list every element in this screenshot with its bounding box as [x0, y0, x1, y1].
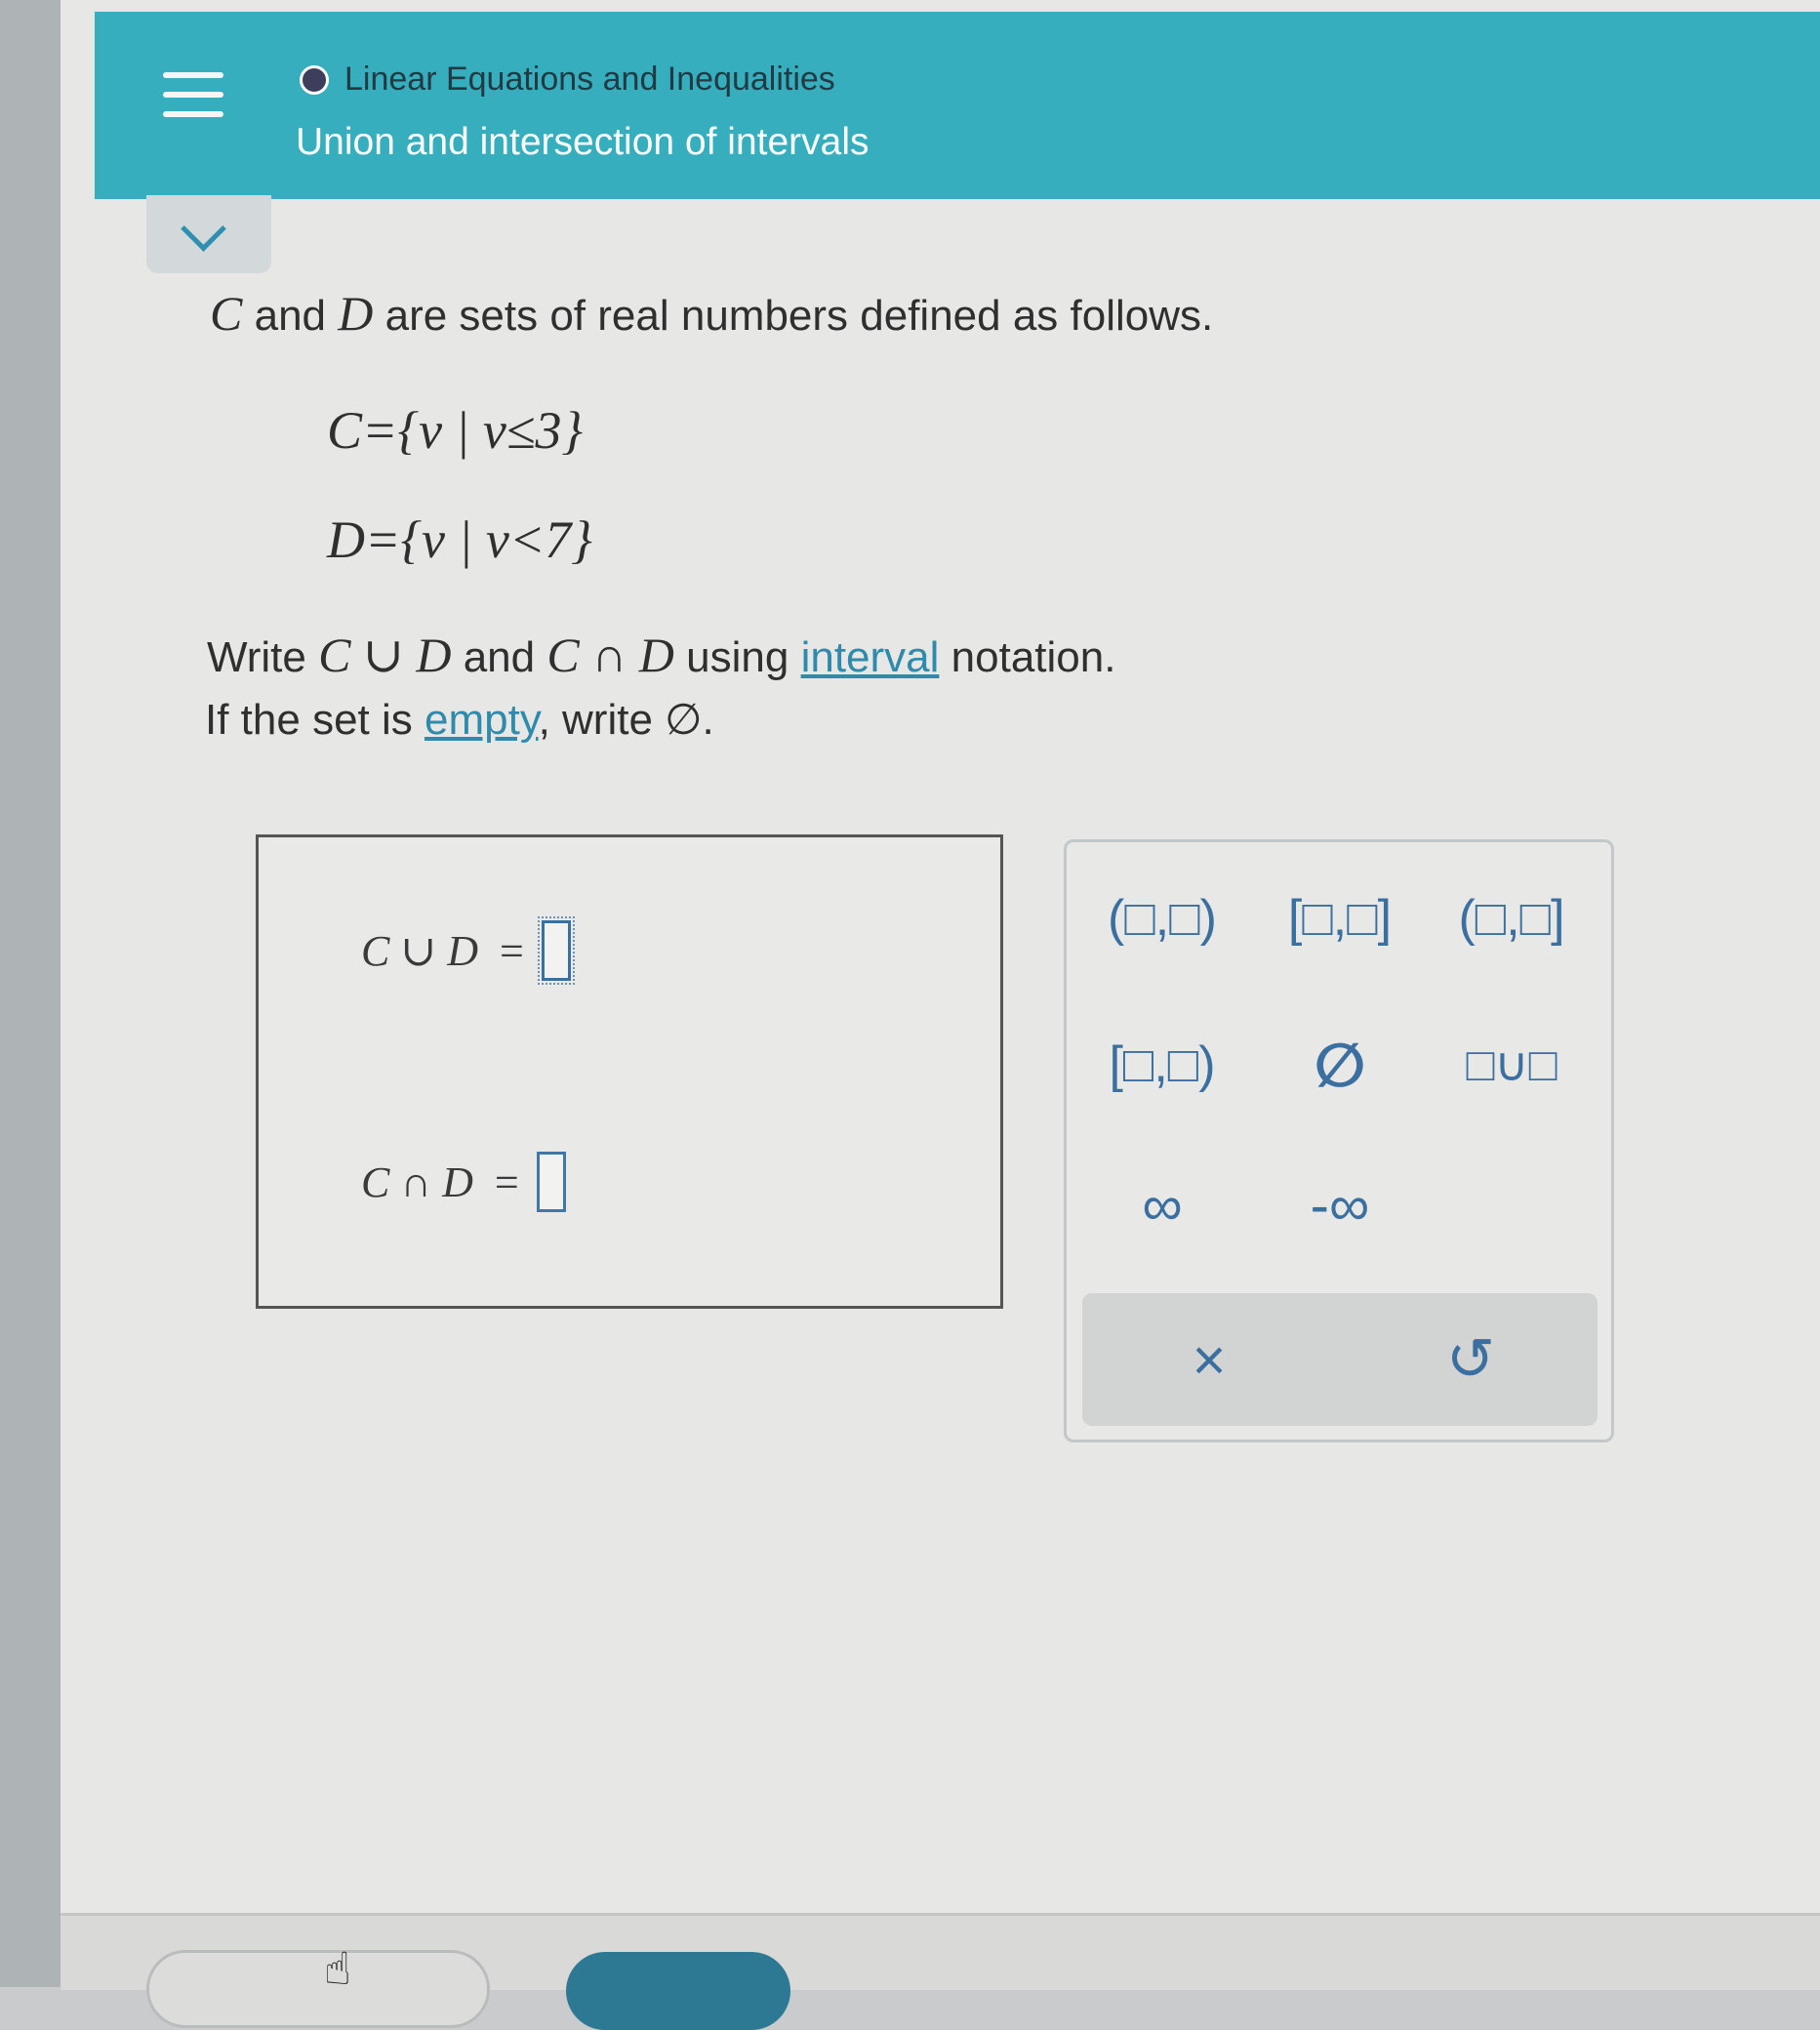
- empty-link[interactable]: empty: [425, 696, 539, 744]
- intersection-answer-row: C ∩ D =: [361, 1152, 566, 1212]
- math-keypad: (□,□) [□,□] (□,□] [□,□) ∅ □∪□ ∞ -∞ × ↺: [1064, 839, 1614, 1442]
- union-answer-input[interactable]: [537, 916, 575, 985]
- set-d-definition: D={v | v<7}: [327, 510, 592, 569]
- chevron-down-icon: [181, 206, 226, 252]
- undo-icon: ↺: [1445, 1326, 1496, 1392]
- equals-sign: =: [500, 926, 524, 975]
- progress-circle-icon: [300, 64, 329, 95]
- set-c-definition: C={v | v≤3}: [327, 401, 584, 460]
- union-label: C ∪ D: [361, 926, 478, 975]
- empty-instruction: If the set is empty, write ∅.: [205, 696, 714, 744]
- open-open-interval-key[interactable]: (□,□): [1084, 879, 1240, 957]
- open-closed-interval-key[interactable]: (□,□]: [1434, 879, 1590, 957]
- closed-open-interval-key[interactable]: [□,□): [1084, 1026, 1240, 1104]
- topic-row[interactable]: Linear Equations and Inequalities: [300, 61, 835, 99]
- undo-button[interactable]: ↺: [1412, 1320, 1529, 1399]
- closed-closed-interval-key[interactable]: [□,□]: [1262, 879, 1418, 957]
- union-key[interactable]: □∪□: [1434, 1026, 1590, 1104]
- clear-button[interactable]: ×: [1151, 1320, 1268, 1399]
- instruction-line: Write C ∪ D and C ∩ D using interval not…: [207, 628, 1116, 682]
- negative-infinity-key[interactable]: -∞: [1262, 1166, 1418, 1244]
- union-answer-row: C ∪ D =: [361, 916, 575, 985]
- empty-set-key[interactable]: ∅: [1262, 1026, 1418, 1104]
- infinity-key[interactable]: ∞: [1084, 1166, 1240, 1244]
- lesson-title: Union and intersection of intervals: [296, 121, 870, 163]
- menu-icon[interactable]: [163, 72, 223, 123]
- explanation-button[interactable]: [146, 1950, 490, 2028]
- intersection-label: C ∩ D: [361, 1157, 473, 1206]
- lesson-header: Linear Equations and Inequalities Union …: [95, 12, 1820, 199]
- intersection-answer-input[interactable]: [536, 1152, 566, 1212]
- interval-link[interactable]: interval: [801, 633, 940, 681]
- equals-sign: =: [494, 1157, 519, 1206]
- left-edge-strip: [0, 0, 63, 1987]
- answer-box: C ∪ D = C ∩ D =: [256, 834, 1003, 1309]
- topic-title: Linear Equations and Inequalities: [344, 61, 835, 98]
- close-icon: ×: [1192, 1326, 1227, 1393]
- question-intro: C and D are sets of real numbers defined…: [210, 286, 1214, 341]
- keypad-action-bar: × ↺: [1082, 1293, 1598, 1426]
- check-button[interactable]: [566, 1952, 790, 2030]
- collapse-header-button[interactable]: [146, 195, 271, 273]
